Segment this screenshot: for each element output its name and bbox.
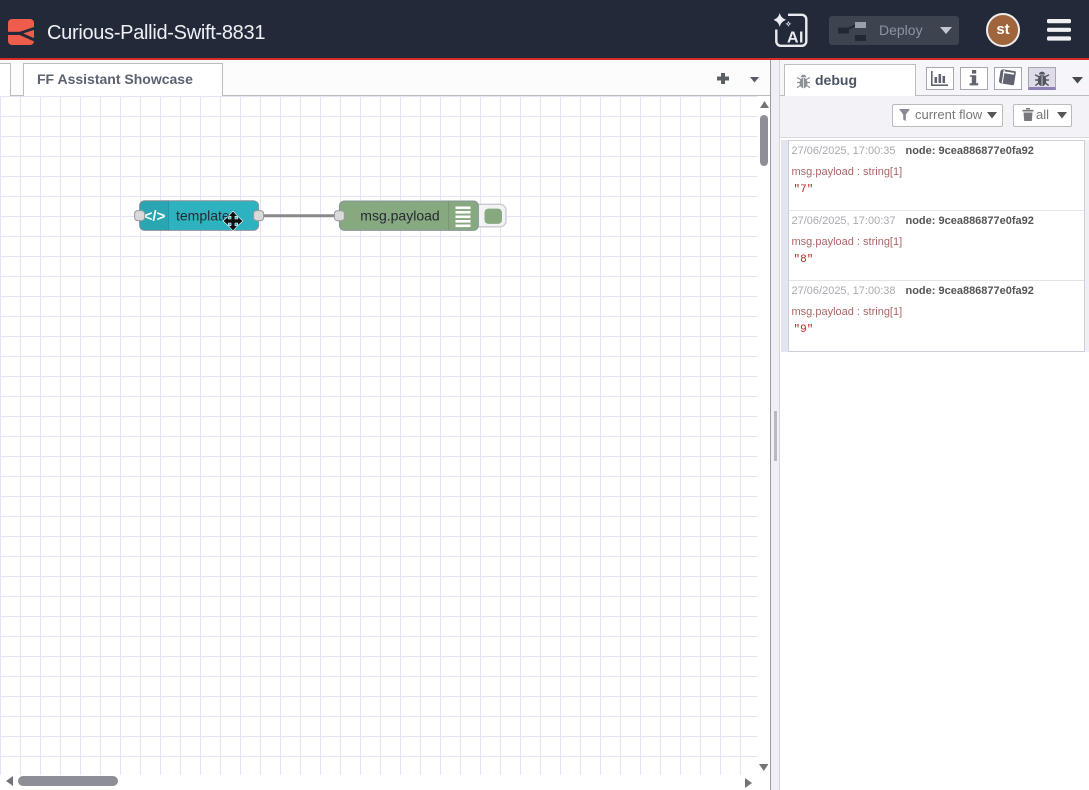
svg-text:AI: AI [787,30,804,47]
svg-text:msg.payload: msg.payload [360,208,439,224]
svg-text:template: template [176,208,230,224]
svg-text:</>: </> [144,208,166,225]
